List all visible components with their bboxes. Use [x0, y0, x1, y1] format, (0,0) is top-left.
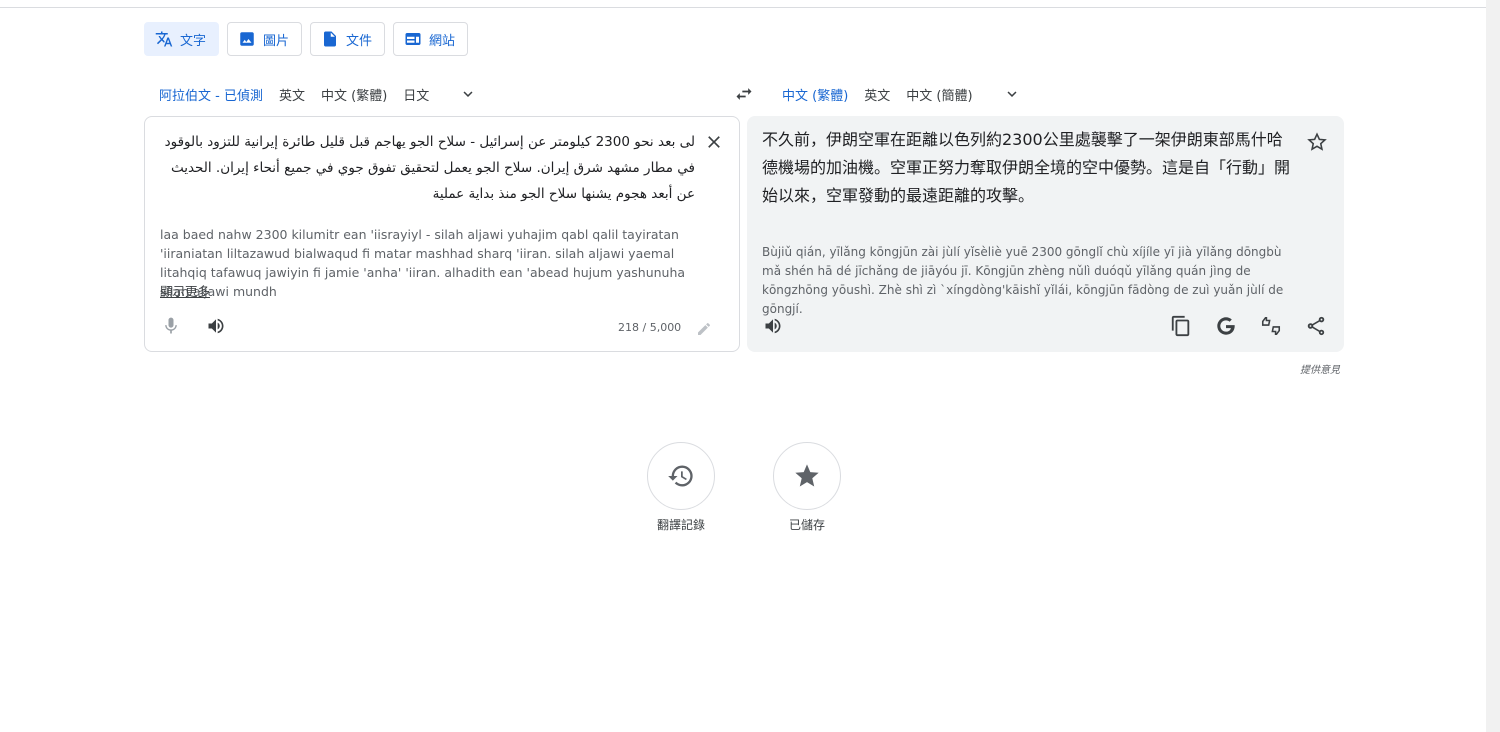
source-transliteration: laa baed nahw 2300 kilumitr ean 'iisrayi…: [160, 227, 686, 299]
source-text-input[interactable]: لى بعد نحو 2300 كيلومتر عن إسرائيل - سلا…: [159, 129, 695, 207]
top-divider: [0, 7, 1486, 8]
translate-icon: [155, 31, 173, 47]
website-icon: [405, 33, 421, 45]
history-label: 翻譯記錄: [656, 518, 705, 532]
tab-text-label: 文字: [180, 33, 207, 49]
translation-transliteration: Bùjiǔ qián, yīlǎng kōngjūn zài jùlí yǐsè…: [762, 245, 1284, 316]
source-lang-chinese-traditional[interactable]: 中文 (繁體): [321, 85, 387, 104]
google-search-button[interactable]: [1215, 315, 1237, 337]
image-icon: [240, 32, 254, 46]
copy-translation-button[interactable]: [1170, 315, 1192, 337]
listen-translation-button[interactable]: [763, 316, 783, 336]
listen-source-button[interactable]: [206, 316, 226, 336]
handwriting-button[interactable]: [696, 321, 712, 337]
target-lang-english[interactable]: 英文: [864, 85, 890, 104]
tab-image[interactable]: 圖片: [227, 22, 303, 56]
tab-document-label: 文件: [346, 33, 373, 49]
speaker-icon: [765, 318, 781, 334]
microphone-icon: [165, 317, 177, 334]
source-lang-detected[interactable]: 阿拉伯文 - 已偵測: [159, 85, 263, 104]
scrollbar[interactable]: [1486, 0, 1500, 732]
close-icon: [708, 136, 720, 148]
source-lang-japanese[interactable]: 日文: [403, 85, 429, 104]
pencil-icon: [698, 322, 711, 335]
target-language-bar: 中文 (繁體) 英文 中文 (簡體): [782, 84, 1021, 104]
tab-website-label: 網站: [429, 33, 456, 49]
send-feedback-link[interactable]: 提供意見: [1300, 361, 1340, 376]
translation-panel: 不久前，伊朗空軍在距離以色列約2300公里處襲擊了一架伊朗東部馬什哈德機場的加油…: [747, 116, 1344, 352]
save-translation-button[interactable]: [1306, 131, 1328, 153]
character-counter: 218 / 5,000: [618, 321, 682, 334]
tab-document[interactable]: 文件: [310, 22, 386, 56]
saved-label: 已儲存: [788, 518, 825, 532]
swap-languages-button[interactable]: [733, 84, 755, 104]
clear-source-button[interactable]: [704, 132, 724, 152]
source-language-bar: 阿拉伯文 - 已偵測 英文 中文 (繁體) 日文: [159, 84, 477, 104]
source-panel: لى بعد نحو 2300 كيلومتر عن إسرائيل - سلا…: [144, 116, 740, 352]
target-lang-chinese-traditional[interactable]: 中文 (繁體): [782, 85, 848, 104]
thumbs-up-down-icon: [1261, 316, 1281, 336]
rate-translation-button[interactable]: [1260, 315, 1282, 337]
history-icon: [668, 465, 693, 487]
translation-output: 不久前，伊朗空軍在距離以色列約2300公里處襲擊了一架伊朗東部馬什哈德機場的加油…: [762, 130, 1291, 205]
share-translation-button[interactable]: [1305, 315, 1327, 337]
history-button[interactable]: [647, 442, 715, 510]
tab-website[interactable]: 網站: [393, 22, 469, 56]
star-outline-icon: [1307, 132, 1327, 151]
swap-icon: [736, 88, 752, 100]
mode-tabs: 文字 圖片 文件 網站: [144, 22, 469, 56]
show-more-link[interactable]: 顯示更多: [160, 281, 210, 300]
copy-icon: [1171, 315, 1190, 337]
tab-image-label: 圖片: [263, 33, 290, 49]
source-lang-english[interactable]: 英文: [279, 85, 305, 104]
target-lang-chinese-simplified[interactable]: 中文 (簡體): [906, 85, 972, 104]
chevron-down-icon[interactable]: [459, 85, 477, 103]
speaker-icon: [208, 318, 224, 334]
document-icon: [324, 31, 337, 47]
google-g-icon: [1217, 317, 1235, 335]
tab-text[interactable]: 文字: [144, 22, 220, 56]
saved-button[interactable]: [773, 442, 841, 510]
chevron-down-icon[interactable]: [1003, 85, 1021, 103]
star-icon: [795, 464, 819, 487]
share-icon: [1307, 316, 1325, 336]
voice-input-button[interactable]: [161, 316, 181, 336]
